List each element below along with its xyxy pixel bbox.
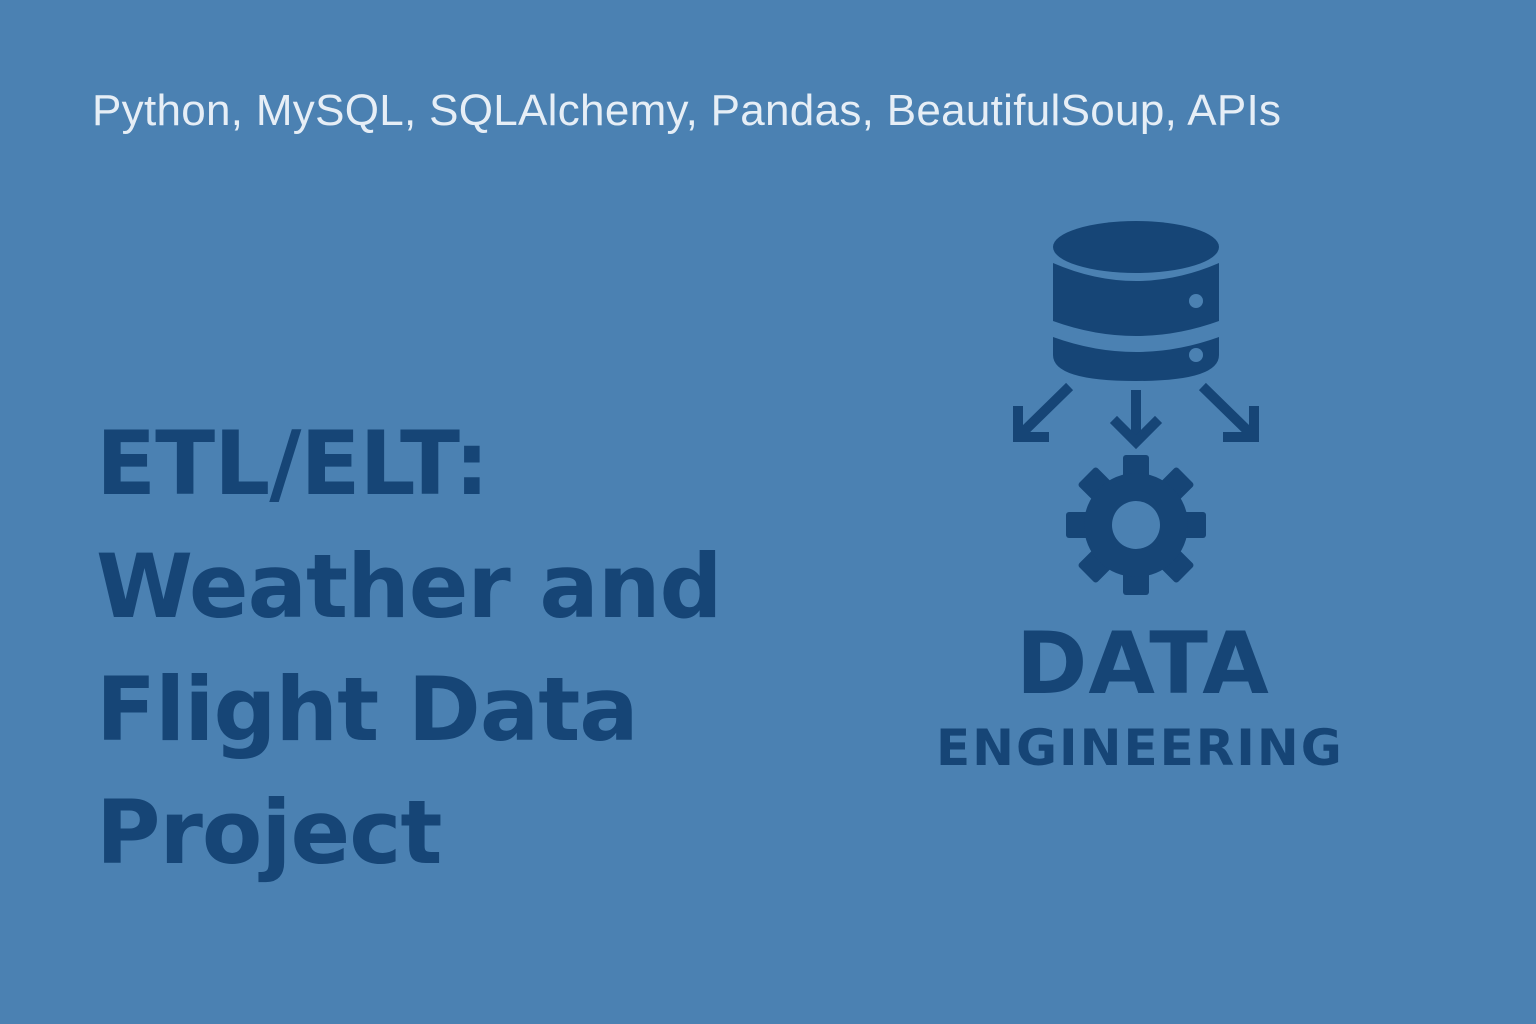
database-icon [1053, 221, 1219, 381]
title-line-4: Project [96, 781, 442, 884]
gear-icon [1066, 455, 1206, 595]
data-engineering-graphic [1000, 215, 1280, 605]
engineering-label: ENGINEERING [936, 719, 1344, 777]
arrow-down-icon [1109, 390, 1163, 450]
page-title: ETL/ELT: Weather and Flight Data Project [96, 402, 856, 894]
title-line-3: Flight Data [96, 658, 639, 761]
title-line-1: ETL/ELT: [96, 412, 489, 515]
data-label: DATA [1016, 614, 1270, 714]
arrow-down-right-icon [1198, 382, 1259, 442]
arrow-down-left-icon [1013, 382, 1074, 442]
tech-stack-text: Python, MySQL, SQLAlchemy, Pandas, Beaut… [92, 86, 1282, 135]
title-line-2: Weather and [96, 535, 722, 638]
